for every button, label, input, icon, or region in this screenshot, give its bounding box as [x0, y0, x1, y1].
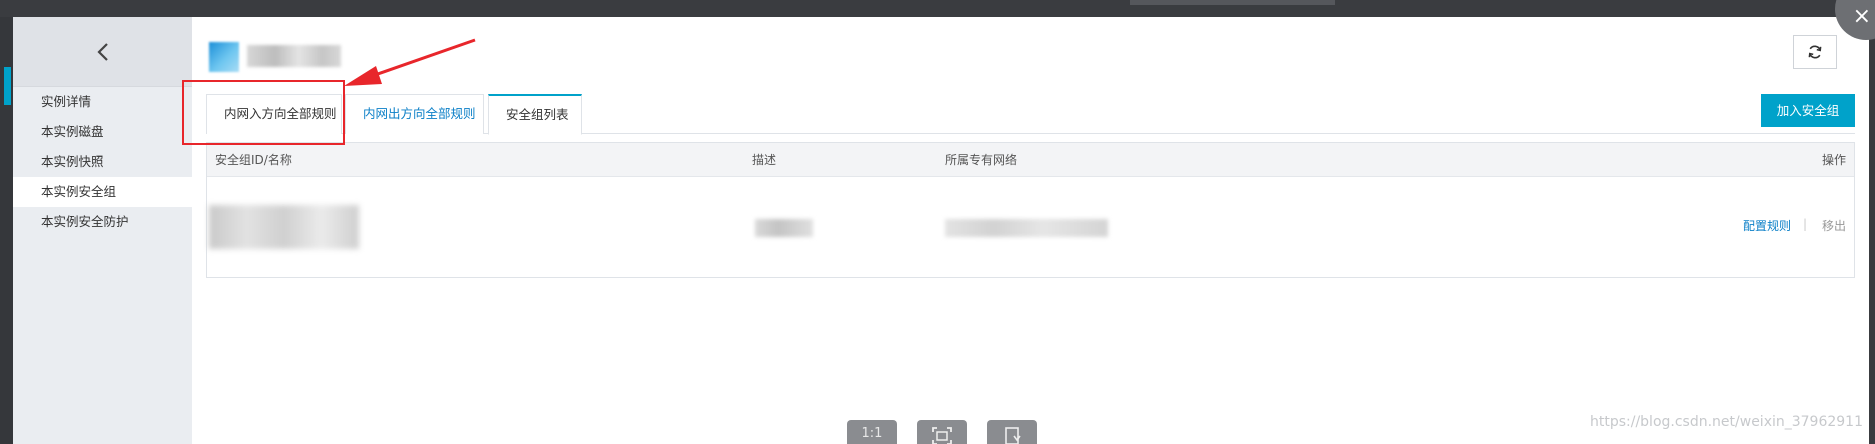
column-header-id-name: 安全组ID/名称 — [215, 153, 292, 167]
configure-rules-link[interactable]: 配置规则 — [1743, 217, 1791, 234]
viewer-left-strip — [0, 17, 13, 444]
sidebar: 实例详情 本实例磁盘 本实例快照 本实例安全组 本实例安全防护 — [13, 17, 192, 444]
vpc-redacted — [945, 219, 1108, 237]
instance-logo-redacted — [209, 42, 239, 72]
table-header: 安全组ID/名称 描述 所属专有网络 操作 — [207, 143, 1854, 177]
close-icon[interactable]: × — [1853, 6, 1871, 28]
viewer-top-bar-segment — [1130, 0, 1335, 5]
watermark-text: https://blog.csdn.net/weixin_37962911 — [1589, 414, 1863, 430]
refresh-icon — [1808, 45, 1822, 59]
page-title-redacted — [247, 45, 341, 67]
sidebar-item-instance-snapshots[interactable]: 本实例快照 — [13, 147, 192, 177]
security-group-id-redacted — [209, 205, 359, 249]
rotate-icon — [1005, 427, 1021, 444]
rotate-button[interactable] — [987, 420, 1037, 444]
description-redacted — [755, 219, 813, 237]
action-separator: | — [1802, 217, 1807, 231]
remove-link[interactable]: 移出 — [1822, 217, 1846, 234]
security-group-table: 安全组ID/名称 描述 所属专有网络 操作 配置规则 | 移出 — [206, 142, 1855, 278]
column-header-description: 描述 — [752, 153, 777, 167]
tab-outbound-rules[interactable]: 内网出方向全部规则 — [345, 94, 484, 134]
sidebar-item-security-protection[interactable]: 本实例安全防护 — [13, 207, 192, 237]
main-content: 内网入方向全部规则 内网出方向全部规则 安全组列表 加入安全组 安全组ID/名称… — [192, 17, 1869, 444]
page-header — [192, 17, 1869, 87]
viewer-top-bar — [0, 0, 1875, 17]
accent-marker — [4, 67, 11, 105]
viewer-right-strip — [1869, 17, 1875, 444]
tab-inbound-rules[interactable]: 内网入方向全部规则 — [206, 94, 342, 134]
table-row: 配置规则 | 移出 — [207, 177, 1854, 277]
column-header-actions: 操作 — [1821, 153, 1846, 167]
sidebar-item-instance-details[interactable]: 实例详情 — [13, 87, 192, 117]
add-security-group-button[interactable]: 加入安全组 — [1761, 94, 1855, 127]
sidebar-item-instance-disks[interactable]: 本实例磁盘 — [13, 117, 192, 147]
back-button[interactable] — [13, 17, 192, 87]
fit-screen-icon — [932, 427, 952, 444]
column-header-vpc: 所属专有网络 — [945, 153, 1018, 167]
tab-security-group-list[interactable]: 安全组列表 — [488, 94, 582, 135]
chevron-left-icon — [96, 42, 108, 61]
actual-size-button[interactable]: 1:1 — [847, 420, 897, 444]
sidebar-item-security-groups[interactable]: 本实例安全组 — [13, 177, 192, 207]
refresh-button[interactable] — [1793, 35, 1837, 69]
fit-screen-button[interactable] — [917, 420, 967, 444]
tab-bar: 内网入方向全部规则 内网出方向全部规则 安全组列表 — [206, 94, 1855, 135]
console-panel: 实例详情 本实例磁盘 本实例快照 本实例安全组 本实例安全防护 内网入方向全部规… — [13, 17, 1869, 444]
